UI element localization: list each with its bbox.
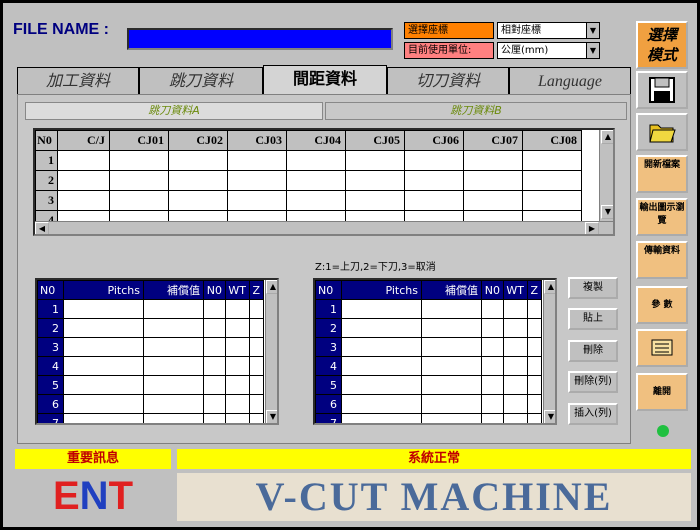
- insert-row-button[interactable]: 插入(列): [568, 403, 618, 425]
- column-header: CJ04: [286, 130, 346, 151]
- tab-language[interactable]: Language: [509, 67, 631, 95]
- scroll-up-icon[interactable]: ▲: [266, 280, 277, 294]
- table-row: 3: [35, 190, 582, 211]
- copy-button[interactable]: 複製: [568, 277, 618, 299]
- skip-data-grid: N0 C/J CJ01 CJ02 CJ03 CJ04 CJ05 CJ06 CJ0…: [33, 128, 615, 236]
- coordinate-panel: 選擇座標 相對座標 ▼ 目前使用單位: 公厘(mm) ▼: [404, 20, 609, 64]
- column-header: CJ06: [404, 130, 464, 151]
- pitch-grid-right: N0 Pitchs 補償值 N0 WT Z 1 2 3 4 5 6 7 ▲ ▼: [313, 278, 557, 425]
- subtab-skip-a[interactable]: 跳刀資料A: [25, 102, 323, 120]
- table-row: 2: [315, 318, 542, 338]
- report-button[interactable]: [636, 329, 688, 367]
- z-legend-note: Z:1=上刀,2=下刀,3=取消: [315, 262, 436, 273]
- column-header: CJ08: [522, 130, 582, 151]
- scroll-down-icon[interactable]: ▼: [544, 410, 555, 423]
- horizontal-scrollbar[interactable]: ◀ ▶: [35, 221, 613, 234]
- column-header: CJ01: [109, 130, 169, 151]
- ent-logo: ENT: [13, 471, 173, 521]
- tab-cutter[interactable]: 切刀資料: [387, 67, 509, 95]
- floppy-disk-icon: [649, 77, 675, 103]
- main-tabs: 加工資料 跳刀資料 間距資料 切刀資料 Language: [17, 65, 631, 95]
- table-row: 1: [315, 299, 542, 319]
- machine-banner: V-CUT MACHINE: [177, 473, 691, 521]
- new-file-button[interactable]: 開新檔案: [636, 155, 688, 193]
- unit-label: 目前使用單位:: [404, 42, 494, 59]
- pitch-grid-left: N0 Pitchs 補償值 N0 WT Z 1 2 3 4 5 6 7 ▲ ▼: [35, 278, 279, 425]
- scroll-right-icon[interactable]: ▶: [585, 222, 599, 234]
- table-row: 1: [37, 299, 264, 319]
- column-header: N0: [35, 130, 58, 151]
- vertical-scrollbar[interactable]: ▲ ▼: [265, 280, 277, 423]
- save-button[interactable]: [636, 71, 688, 109]
- column-header: CJ02: [168, 130, 228, 151]
- table-row: 6: [37, 394, 264, 414]
- file-name-label: FILE NAME :: [13, 21, 109, 38]
- output-preview-button[interactable]: 輸出圖示瀏覽: [636, 198, 688, 236]
- transfer-data-button[interactable]: 傳輸資料: [636, 241, 688, 279]
- open-folder-button[interactable]: [636, 113, 688, 151]
- coord-select[interactable]: 相對座標 ▼: [497, 22, 600, 39]
- tab-skip[interactable]: 跳刀資料: [139, 67, 263, 95]
- column-header: CJ03: [227, 130, 287, 151]
- table-row: 5: [315, 375, 542, 395]
- chevron-down-icon: ▼: [586, 23, 599, 38]
- column-header: CJ07: [463, 130, 523, 151]
- chevron-down-icon: ▼: [586, 43, 599, 58]
- table-row: 3: [315, 337, 542, 357]
- scroll-left-icon[interactable]: ◀: [35, 222, 49, 234]
- file-name-field[interactable]: [127, 28, 393, 50]
- delete-row-button[interactable]: 刪除(列): [568, 371, 618, 393]
- column-header: C/J: [57, 130, 110, 151]
- folder-open-icon: [649, 124, 676, 143]
- table-row: 7: [37, 413, 264, 423]
- important-message-label: 重要訊息: [15, 449, 171, 469]
- subtab-skip-b[interactable]: 跳刀資料B: [325, 102, 627, 120]
- table-row: 6: [315, 394, 542, 414]
- column-header: CJ05: [345, 130, 405, 151]
- vertical-scrollbar[interactable]: ▲ ▼: [599, 130, 613, 221]
- table-row: 4: [315, 356, 542, 376]
- table-row: 7: [315, 413, 542, 423]
- table-row: 2: [37, 318, 264, 338]
- system-status-label: 系統正常: [177, 449, 691, 469]
- status-led-icon: [657, 425, 669, 437]
- exit-button[interactable]: 離開: [636, 373, 688, 411]
- scroll-up-icon[interactable]: ▲: [544, 280, 555, 294]
- delete-button[interactable]: 刪除: [568, 340, 618, 362]
- paste-button[interactable]: 貼上: [568, 308, 618, 330]
- tab-pitch[interactable]: 間距資料: [263, 65, 387, 95]
- document-icon: [651, 339, 673, 356]
- select-mode-button[interactable]: 選擇 模式: [636, 21, 688, 69]
- vertical-scrollbar[interactable]: ▲ ▼: [543, 280, 555, 423]
- table-row: 4: [37, 356, 264, 376]
- table-row: 3: [37, 337, 264, 357]
- parameters-button[interactable]: 參 數: [636, 286, 688, 324]
- table-row: 1: [35, 150, 582, 171]
- scroll-down-icon[interactable]: ▼: [601, 205, 613, 219]
- table-row: 2: [35, 170, 582, 191]
- scroll-up-icon[interactable]: ▲: [601, 130, 613, 144]
- unit-select[interactable]: 公厘(mm) ▼: [497, 42, 600, 59]
- tab-machining[interactable]: 加工資料: [17, 67, 139, 95]
- scroll-down-icon[interactable]: ▼: [266, 410, 277, 423]
- main-window: FILE NAME : 選擇座標 相對座標 ▼ 目前使用單位: 公厘(mm) ▼ 加…: [0, 0, 700, 530]
- coord-label: 選擇座標: [404, 22, 494, 39]
- table-row: 5: [37, 375, 264, 395]
